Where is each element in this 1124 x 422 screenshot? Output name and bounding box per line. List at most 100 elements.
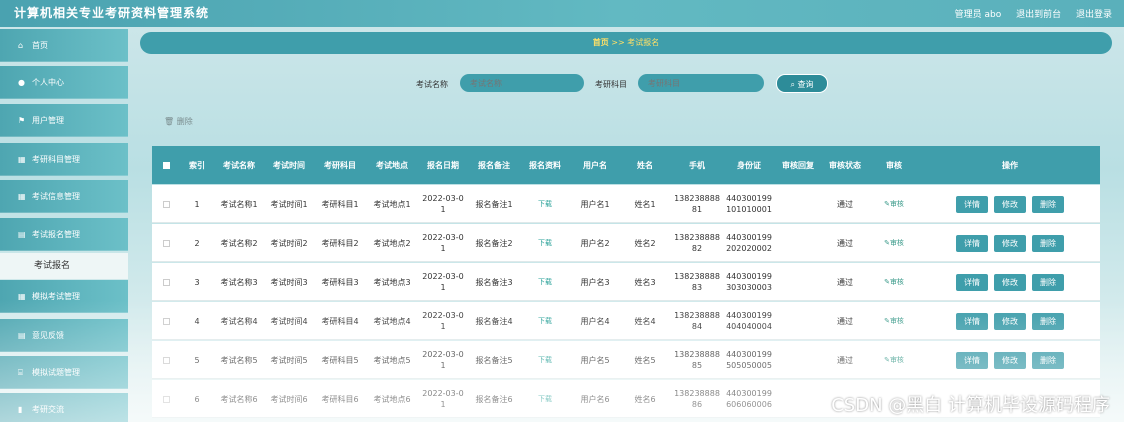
download-link[interactable]: 下载 xyxy=(520,185,570,223)
cell-place: 考试地点2 xyxy=(373,238,411,248)
download-link[interactable]: 下载 xyxy=(520,302,570,340)
cell-subject: 考研科目3 xyxy=(321,277,359,287)
front-link[interactable]: 退出到前台 xyxy=(1016,10,1061,20)
detail-button[interactable]: 详情 xyxy=(956,312,988,330)
id-line: 101010001 xyxy=(726,205,772,214)
col-header: 用户名 xyxy=(583,160,607,170)
exam-name-label: 考试名称 xyxy=(416,80,448,89)
row-checkbox[interactable] xyxy=(162,356,170,364)
detail-button[interactable]: 详情 xyxy=(956,234,988,252)
detail-button[interactable]: 详情 xyxy=(956,195,988,213)
cell-reply xyxy=(774,263,822,301)
batch-delete-button[interactable]: 🗑 删除 xyxy=(164,116,193,127)
search-button[interactable]: ⌕ 查询 xyxy=(776,74,828,93)
top-bar: 计算机相关专业考研资料管理系统 管理员 abo 退出到前台 退出登录 xyxy=(0,0,1124,27)
select-all-checkbox[interactable] xyxy=(162,161,170,169)
id-line: 404040004 xyxy=(726,322,772,331)
exam-name-input[interactable] xyxy=(460,74,584,92)
edit-button[interactable]: 修改 xyxy=(994,195,1026,213)
col-header: 手机 xyxy=(689,160,705,170)
detail-button[interactable]: 详情 xyxy=(956,273,988,291)
detail-button[interactable]: 详情 xyxy=(956,351,988,369)
phone-line: 138238888 xyxy=(674,350,720,359)
sidebar-item-label: 考研科目管理 xyxy=(32,155,80,164)
row-checkbox[interactable] xyxy=(162,278,170,286)
delete-button[interactable]: 删除 xyxy=(1032,312,1064,330)
cell-username: 用户名4 xyxy=(580,316,610,326)
sidebar-item-forum[interactable]: ▮ 考研交流 xyxy=(0,393,128,422)
audit-link[interactable]: ✎ 审核 xyxy=(868,185,920,223)
cell-date: 2022-03-0 1 xyxy=(418,380,468,418)
sidebar-item-mock-questions[interactable]: ⌸ 模拟试题管理 xyxy=(0,356,128,389)
table-header: 索引 考试名称 考试时间 考研科目 考试地点 报名日期 报名备注 报名资料 用户… xyxy=(152,146,1100,184)
current-user: 管理员 abo xyxy=(954,10,1002,20)
cell-idcard: 440300199 202020002 xyxy=(724,224,774,262)
batch-delete-label: 删除 xyxy=(176,117,193,126)
cell-username: 用户名5 xyxy=(580,355,610,365)
delete-button[interactable]: 删除 xyxy=(1032,234,1064,252)
select-all-cell xyxy=(152,146,180,184)
sidebar-item-subjects[interactable]: ▦ 考研科目管理 xyxy=(0,143,128,176)
search-row: 考试名称 考研科目 ⌕ 查询 xyxy=(0,74,1124,94)
download-link[interactable]: 下载 xyxy=(520,263,570,301)
download-link[interactable]: 下载 xyxy=(520,341,570,379)
download-link[interactable]: 下载 xyxy=(520,224,570,262)
cell-note: 报名备注5 xyxy=(475,355,513,365)
cell-status: 通过 xyxy=(837,316,853,326)
cell-exam-time: 考试时间1 xyxy=(270,199,308,209)
cell-status: 通过 xyxy=(837,199,853,209)
edit-button[interactable]: 修改 xyxy=(994,273,1026,291)
col-header: 报名资料 xyxy=(529,160,561,170)
id-line: 606060006 xyxy=(726,400,772,409)
row-checkbox[interactable] xyxy=(162,395,170,403)
breadcrumb-home[interactable]: 首页 xyxy=(593,38,609,47)
edit-button[interactable]: 修改 xyxy=(994,351,1026,369)
cell-actions: 详情 修改 删除 xyxy=(920,263,1100,301)
edit-button[interactable]: 修改 xyxy=(994,312,1026,330)
cell-date: 2022-03-0 1 xyxy=(418,224,468,262)
audit-label: 审核 xyxy=(889,355,904,364)
audit-label: 审核 xyxy=(889,238,904,247)
delete-button[interactable]: 删除 xyxy=(1032,351,1064,369)
delete-button[interactable]: 删除 xyxy=(1032,273,1064,291)
row-checkbox[interactable] xyxy=(162,239,170,247)
audit-link[interactable]: ✎ 审核 xyxy=(868,302,920,340)
date-line: 2022-03-0 xyxy=(422,350,464,359)
cell-phone: 138238888 83 xyxy=(670,263,724,301)
sidebar-subitem-exam-register[interactable]: 考试报名 xyxy=(0,253,128,279)
phone-line: 86 xyxy=(691,400,703,409)
cell-note: 报名备注3 xyxy=(475,277,513,287)
cell-exam-time: 考试时间2 xyxy=(270,238,308,248)
sidebar-item-label: 首页 xyxy=(32,41,48,50)
download-link[interactable]: 下载 xyxy=(520,380,570,418)
edit-button[interactable]: 修改 xyxy=(994,234,1026,252)
sidebar-item-exam-register[interactable]: ▤ 考试报名管理 xyxy=(0,218,128,251)
col-header: 姓名 xyxy=(637,160,653,170)
cell-idcard: 440300199 505050005 xyxy=(724,341,774,379)
row-select-cell xyxy=(152,263,180,301)
phone-line: 138238888 xyxy=(674,194,720,203)
cell-realname: 姓名1 xyxy=(634,199,656,209)
logout-link[interactable]: 退出登录 xyxy=(1076,10,1112,20)
col-header: 考试时间 xyxy=(273,160,305,170)
row-checkbox[interactable] xyxy=(162,200,170,208)
col-header: 考试地点 xyxy=(376,160,408,170)
cell-phone: 138238888 84 xyxy=(670,302,724,340)
sidebar-item-feedback[interactable]: ▤ 意见反馈 xyxy=(0,319,128,352)
row-checkbox[interactable] xyxy=(162,317,170,325)
cell-actions: 详情 修改 删除 xyxy=(920,224,1100,262)
sidebar-item-users[interactable]: ⚑ 用户管理 xyxy=(0,104,128,137)
cell-realname: 姓名2 xyxy=(634,238,656,248)
subject-input[interactable] xyxy=(638,74,764,92)
sidebar-item-home[interactable]: ⌂ 首页 xyxy=(0,29,128,62)
delete-button[interactable]: 删除 xyxy=(1032,195,1064,213)
cell-subject: 考研科目6 xyxy=(321,394,359,404)
grid-icon: ▦ xyxy=(18,155,26,164)
audit-link[interactable]: ✎ 审核 xyxy=(868,263,920,301)
sidebar-item-mock-exam[interactable]: ▦ 模拟考试管理 xyxy=(0,280,128,313)
audit-link[interactable]: ✎ 审核 xyxy=(868,224,920,262)
cell-exam-time: 考试时间6 xyxy=(270,394,308,404)
sidebar-item-exam-info[interactable]: ▦ 考试信息管理 xyxy=(0,180,128,213)
doc-icon: ▤ xyxy=(18,230,26,239)
audit-link[interactable]: ✎ 审核 xyxy=(868,341,920,379)
